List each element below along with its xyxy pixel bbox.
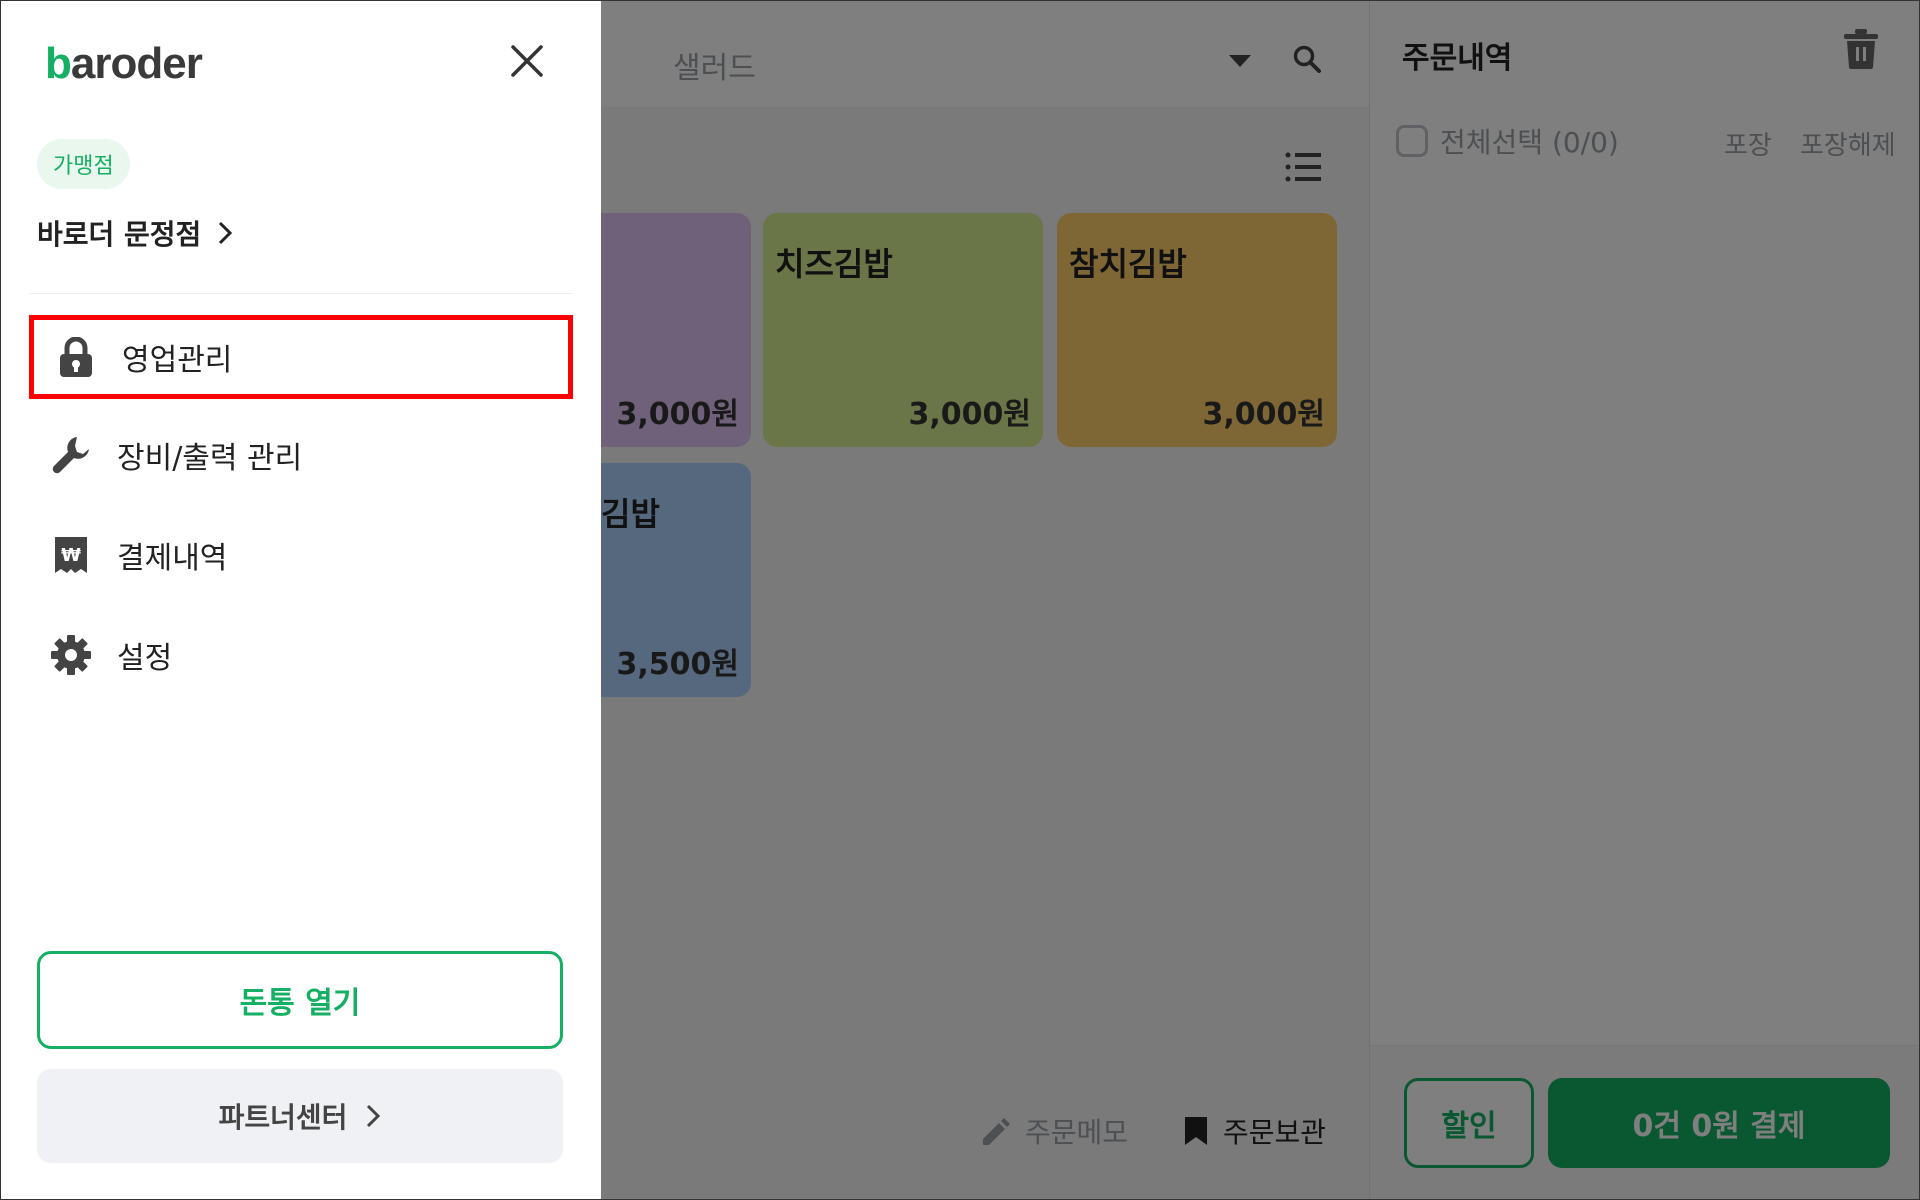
- menu-item-label: 설정: [117, 641, 173, 676]
- partner-center-label: 파트너센터: [218, 1101, 348, 1134]
- store-selector[interactable]: 바로더 문정점: [37, 213, 233, 253]
- logo-accent: b: [45, 39, 72, 88]
- menu-item-device-print[interactable]: 장비/출력 관리: [29, 413, 573, 497]
- franchise-badge: 가맹점: [37, 139, 130, 189]
- menu-item-label: 영업관리: [122, 343, 233, 378]
- svg-text:₩: ₩: [61, 545, 81, 566]
- chevron-right-icon: [367, 1104, 381, 1128]
- baroder-logo: baroder: [45, 39, 203, 89]
- receipt-icon: ₩: [49, 533, 93, 577]
- partner-center-button[interactable]: 파트너센터: [37, 1069, 563, 1163]
- app-frame: 샐러드 3,000원 치즈김밥 3,000원 참치김밥 3,000원 김밥 3,…: [0, 0, 1920, 1200]
- menu-item-sales-management[interactable]: 영업관리: [29, 315, 573, 399]
- wrench-icon: [49, 433, 93, 477]
- menu-item-label: 장비/출력 관리: [117, 441, 303, 476]
- open-cashbox-button[interactable]: 돈통 열기: [37, 951, 563, 1049]
- menu-item-label: 결제내역: [117, 541, 228, 576]
- chevron-right-icon: [219, 221, 233, 245]
- close-icon[interactable]: [509, 43, 545, 79]
- drawer-divider: [29, 293, 573, 294]
- lock-icon: [54, 335, 98, 379]
- menu-item-settings[interactable]: 설정: [29, 613, 573, 697]
- menu-item-payment-history[interactable]: ₩ 결제내역: [29, 513, 573, 597]
- gear-icon: [49, 633, 93, 677]
- logo-text: aroder: [70, 39, 203, 88]
- side-drawer: baroder 가맹점 바로더 문정점 영업관리 장비/출력 관리 ₩ 결제내역…: [1, 1, 601, 1199]
- store-name: 바로더 문정점: [37, 218, 202, 251]
